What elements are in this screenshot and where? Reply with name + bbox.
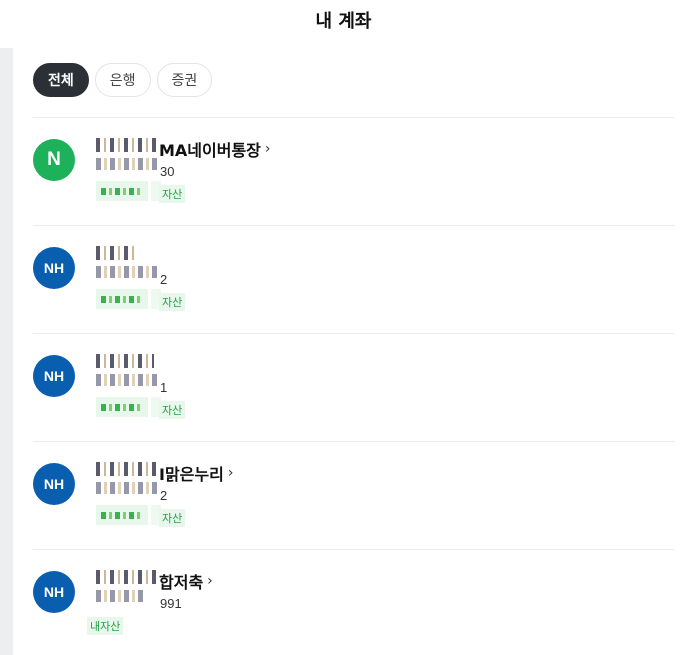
masked-account-number [96,266,160,278]
account-title-text: MA네이버통장 [159,141,261,160]
account-title[interactable]: MA네이버통장 › [159,137,271,161]
filter-tabs: 전체 은행 증권 [33,63,213,97]
account-row[interactable]: N MA네이버통장 › 30 자산 [33,117,675,225]
masked-account-number [96,590,146,602]
asset-badge: 자산 [159,185,186,203]
nh-logo-icon: NH [33,247,75,289]
account-number-suffix: 2 [160,488,168,503]
chevron-right-icon: › [227,465,234,481]
account-row[interactable]: NH I맑은누리 › 2 자산 [33,441,675,549]
nh-logo-icon: NH [33,463,75,505]
masked-badge [96,181,148,201]
account-number-suffix: 2 [160,272,168,287]
masked-account-name [96,462,160,476]
page-title: 내 계좌 [315,11,372,32]
account-list: N MA네이버통장 › 30 자산 NH 2 자산 NH 1 자산 NH I맑은… [33,117,675,655]
tab-securities[interactable]: 증권 [156,63,213,97]
masked-account-number [96,158,160,170]
chevron-right-icon: › [207,573,213,589]
asset-badge: 자산 [159,293,186,311]
account-title-text: I맑은누리 [159,465,224,484]
masked-account-name [96,354,154,368]
masked-account-number [96,482,160,494]
chevron-right-icon: › [264,141,271,157]
account-number-suffix: 1 [160,380,168,395]
my-asset-badge: 내자산 [87,617,124,635]
asset-badge: 자산 [159,401,186,419]
masked-badge [96,505,148,525]
masked-account-number [96,374,160,386]
nh-logo-icon: NH [33,355,75,397]
account-title[interactable]: I맑은누리 › [159,461,233,485]
masked-account-name [96,138,160,152]
left-rail [0,48,13,655]
account-row[interactable]: NH 합저축 › 991 내자산 [33,549,675,655]
account-title[interactable]: 합저축 › [159,569,213,593]
masked-account-name [96,246,134,260]
tab-bank[interactable]: 은행 [94,63,151,97]
asset-badge: 자산 [159,509,186,527]
masked-badge [96,289,148,309]
account-row[interactable]: NH 1 자산 [33,333,675,441]
account-title-text: 합저축 [159,573,204,592]
masked-badge [96,397,148,417]
accounts-screen: 내 계좌 전체 은행 증권 N MA네이버통장 › 30 자산 NH 2 자산 … [0,0,687,655]
masked-account-name [96,570,160,584]
account-row[interactable]: NH 2 자산 [33,225,675,333]
account-number-suffix: 30 [160,164,175,179]
tab-all[interactable]: 전체 [33,63,89,97]
naver-logo-icon: N [33,139,75,181]
nh-logo-icon: NH [33,571,75,613]
account-number-suffix: 991 [160,596,182,611]
